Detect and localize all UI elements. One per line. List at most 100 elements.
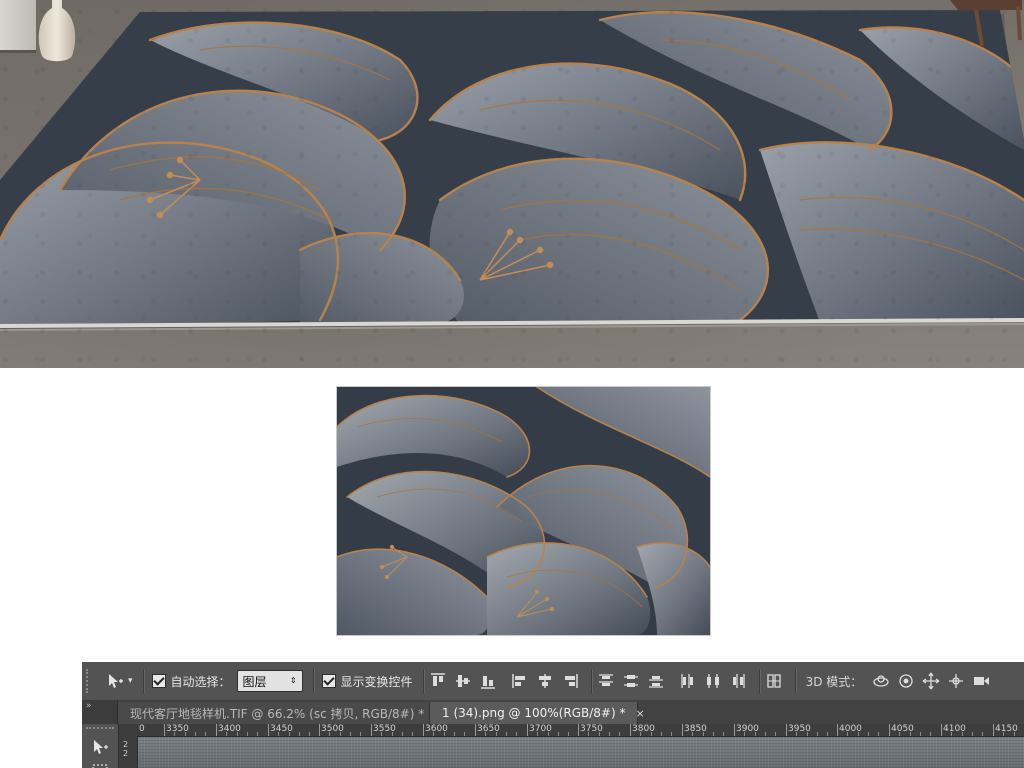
ruler-minor-tick xyxy=(744,732,745,736)
ruler-minor-tick xyxy=(433,732,434,736)
toolbar-collapse-toggle[interactable]: » xyxy=(82,700,118,724)
ruler-minor-tick xyxy=(878,732,879,736)
align-horizontal-centers-icon[interactable] xyxy=(534,670,556,692)
ruler-minor-tick xyxy=(796,732,797,736)
ruler-minor-tick xyxy=(1014,732,1015,736)
ruler-minor-tick xyxy=(444,732,445,736)
ruler-minor-tick xyxy=(237,732,238,736)
ruler-minor-tick xyxy=(360,732,361,736)
room-scene-photo xyxy=(0,0,1024,368)
ruler-minor-tick xyxy=(537,732,538,736)
distribute-vertical-centers-icon[interactable] xyxy=(620,670,642,692)
ruler-minor-tick xyxy=(558,732,559,736)
tools-panel xyxy=(82,724,119,768)
auto-align-layers-icon[interactable] xyxy=(763,670,785,692)
horizontal-ruler[interactable]: 0 3350 3400 3450 3500 3550 3600 3650 3700 3750 38… xyxy=(137,724,1024,737)
photoshop-window: ▾ 自动选择： 图层 ⇕ 显示变换控件 3D 模式： » 现代客厅地毯样机.TI… xyxy=(82,662,1024,768)
ruler-minor-tick xyxy=(609,732,610,736)
ruler-minor-tick xyxy=(299,732,300,736)
ruler-minor-tick xyxy=(340,732,341,736)
distribute-top-icon[interactable] xyxy=(595,670,617,692)
ruler-tick-label: 2 xyxy=(123,749,129,758)
ruler-minor-tick xyxy=(807,732,808,736)
show-transform-label: 显示变换控件 xyxy=(340,674,413,689)
show-transform-checkbox[interactable] xyxy=(321,674,336,688)
ruler-minor-tick xyxy=(392,732,393,736)
ruler-minor-tick xyxy=(485,732,486,736)
ruler-minor-tick xyxy=(910,732,911,736)
ruler-minor-tick xyxy=(723,732,724,736)
move-tool-icon[interactable] xyxy=(86,737,114,757)
ruler-minor-tick xyxy=(817,732,818,736)
auto-select-target-dropdown[interactable]: 图层 ⇕ xyxy=(236,670,303,692)
ruler-minor-tick xyxy=(548,732,549,736)
distribute-right-icon[interactable] xyxy=(727,670,749,692)
align-left-edges-icon[interactable] xyxy=(509,670,531,692)
ruler-minor-tick xyxy=(982,732,983,736)
marquee-tool-icon[interactable] xyxy=(86,761,114,768)
ruler-minor-tick xyxy=(412,732,413,736)
document-canvas[interactable] xyxy=(138,737,1024,768)
ruler-minor-tick xyxy=(920,732,921,736)
roll-3d-icon[interactable] xyxy=(895,670,917,692)
divider xyxy=(758,669,760,693)
align-bottom-edges-icon[interactable] xyxy=(477,670,499,692)
tools-panel-grip[interactable] xyxy=(86,727,114,733)
auto-select-option[interactable]: 自动选择： 图层 ⇕ xyxy=(151,669,303,693)
divider xyxy=(422,669,424,693)
side-cabinet xyxy=(0,0,36,53)
distribute-left-icon[interactable] xyxy=(677,670,699,692)
tool-preset-chevron-icon[interactable]: ▾ xyxy=(128,676,133,686)
move-tool-icon[interactable] xyxy=(104,670,126,692)
doc-tab-label: 现代客厅地毯样机.TIF @ 66.2% (sc 拷贝, RGB/8#) * xyxy=(130,706,425,721)
ruler-minor-tick xyxy=(329,732,330,736)
ruler-minor-tick xyxy=(464,732,465,736)
doc-tab-png[interactable]: 1 (34).png @ 100%(RGB/8#) * × xyxy=(430,702,645,724)
divider xyxy=(794,669,796,693)
vertical-ruler[interactable]: 2 2 xyxy=(119,736,138,768)
ruler-minor-tick xyxy=(671,732,672,736)
ruler-minor-tick xyxy=(899,732,900,736)
ruler-minor-tick xyxy=(713,732,714,736)
show-transform-option[interactable]: 显示变换控件 xyxy=(321,669,413,693)
divider xyxy=(142,669,144,693)
ruler-minor-tick xyxy=(309,732,310,736)
auto-select-checkbox[interactable] xyxy=(151,674,166,688)
ruler-tick-label: 2 xyxy=(123,740,129,749)
align-vertical-centers-icon[interactable] xyxy=(452,670,474,692)
ruler-minor-tick xyxy=(962,732,963,736)
ruler-minor-tick xyxy=(847,732,848,736)
ruler-minor-tick xyxy=(619,732,620,736)
ruler-minor-tick xyxy=(951,732,952,736)
slide-3d-icon[interactable] xyxy=(945,670,967,692)
options-bar-grip[interactable] xyxy=(86,669,94,693)
doc-tab-label: 1 (34).png @ 100%(RGB/8#) * xyxy=(442,706,626,720)
chair-legs xyxy=(950,0,1022,46)
drag-3d-icon[interactable] xyxy=(920,670,942,692)
ruler-minor-tick xyxy=(205,732,206,736)
ruler-minor-tick xyxy=(775,732,776,736)
close-icon[interactable]: × xyxy=(635,707,644,720)
ruler-minor-tick xyxy=(350,732,351,736)
align-right-edges-icon[interactable] xyxy=(559,670,581,692)
ruler-minor-tick xyxy=(454,732,455,736)
ruler-minor-tick xyxy=(496,732,497,736)
align-top-edges-icon[interactable] xyxy=(427,670,449,692)
ruler-minor-tick xyxy=(195,732,196,736)
divider xyxy=(590,669,592,693)
ruler-minor-tick xyxy=(1003,732,1004,736)
distribute-horizontal-centers-icon[interactable] xyxy=(702,670,724,692)
doc-tab-mockup[interactable]: 现代客厅地毯样机.TIF @ 66.2% (sc 拷贝, RGB/8#) * × xyxy=(118,702,443,724)
divider xyxy=(312,669,314,693)
ruler-minor-tick xyxy=(640,732,641,736)
rotate-3d-icon[interactable] xyxy=(870,670,892,692)
ruler-tick-label: 0 xyxy=(139,724,145,734)
mode-3d-label: 3D 模式： xyxy=(805,674,863,689)
ruler-minor-tick xyxy=(858,732,859,736)
ruler-minor-tick xyxy=(516,732,517,736)
scale-3d-icon[interactable] xyxy=(970,670,992,692)
auto-select-target-value: 图层 xyxy=(242,674,267,689)
ruler-minor-tick xyxy=(568,732,569,736)
distribute-bottom-icon[interactable] xyxy=(645,670,667,692)
ruler-minor-tick xyxy=(588,732,589,736)
